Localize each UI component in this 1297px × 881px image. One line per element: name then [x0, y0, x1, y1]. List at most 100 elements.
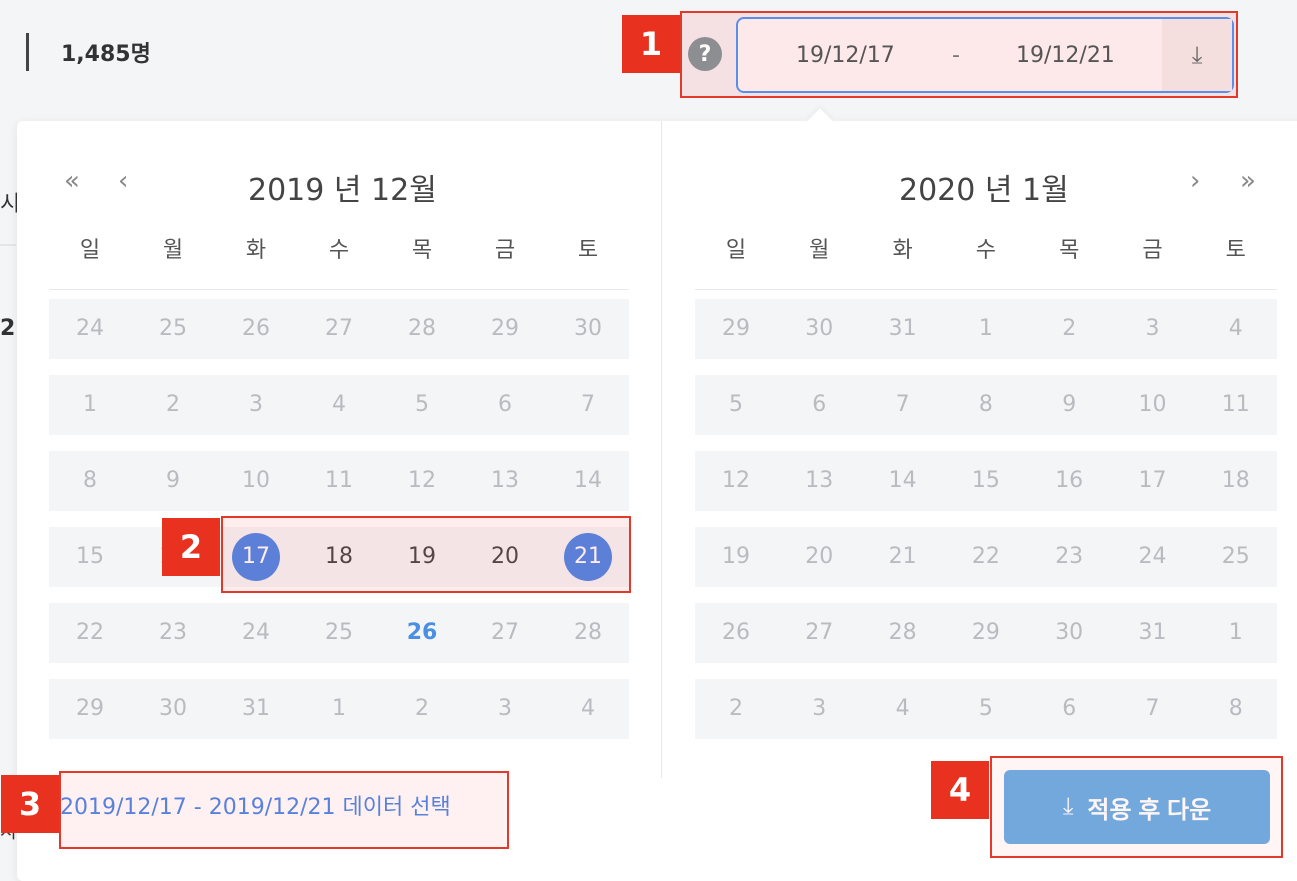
- calendar-day[interactable]: 12: [706, 451, 766, 511]
- calendar-day[interactable]: 30: [143, 679, 203, 739]
- calendar-day[interactable]: 9: [1039, 375, 1099, 435]
- weekday-label: 화: [245, 238, 267, 263]
- calendar-day[interactable]: 8: [1206, 679, 1266, 739]
- calendar-day[interactable]: 13: [475, 451, 535, 511]
- calendar-day[interactable]: 10: [1123, 375, 1183, 435]
- calendar-day[interactable]: 30: [1039, 603, 1099, 663]
- calendar-day[interactable]: 28: [392, 299, 452, 359]
- calendar-day[interactable]: 17: [1123, 451, 1183, 511]
- calendar-day[interactable]: 14: [558, 451, 618, 511]
- calendar-day[interactable]: 31: [226, 679, 286, 739]
- calendar-day[interactable]: 25: [143, 299, 203, 359]
- prev-year-icon[interactable]: «: [64, 166, 80, 196]
- calendar-day[interactable]: 5: [392, 375, 452, 435]
- background-divider: [0, 244, 16, 246]
- calendar-day[interactable]: 22: [956, 527, 1016, 587]
- calendar-day[interactable]: 1: [309, 679, 369, 739]
- calendar-day[interactable]: 23: [1039, 527, 1099, 587]
- calendar-day[interactable]: 2: [392, 679, 452, 739]
- calendar-day[interactable]: 22: [60, 603, 120, 663]
- calendar-day[interactable]: 29: [706, 299, 766, 359]
- calendar-day[interactable]: 10: [226, 451, 286, 511]
- calendar-day[interactable]: 26: [226, 299, 286, 359]
- calendar-day[interactable]: 28: [558, 603, 618, 663]
- calendar-day[interactable]: 1: [956, 299, 1016, 359]
- annotation-badge-1: 1: [622, 15, 680, 73]
- calendar-day-today[interactable]: 26: [392, 603, 452, 663]
- weekday-label: 금: [1142, 238, 1163, 263]
- calendar-day[interactable]: 1: [1206, 603, 1266, 663]
- calendar-day[interactable]: 25: [1206, 527, 1266, 587]
- calendar-day[interactable]: 31: [1123, 603, 1183, 663]
- prev-month-icon[interactable]: ‹: [118, 166, 128, 196]
- calendar-day[interactable]: 21: [873, 527, 933, 587]
- calendar-day[interactable]: 31: [873, 299, 933, 359]
- calendar-day[interactable]: 24: [60, 299, 120, 359]
- calendar-day[interactable]: 4: [558, 679, 618, 739]
- range-end-date[interactable]: 19/12/21: [1016, 43, 1115, 68]
- calendar-day[interactable]: 15: [60, 527, 120, 587]
- weekday-label: 목: [1059, 238, 1080, 263]
- calendar-day[interactable]: 13: [789, 451, 849, 511]
- calendar-day[interactable]: 26: [706, 603, 766, 663]
- calendar-day[interactable]: 2: [706, 679, 766, 739]
- calendar-day[interactable]: 5: [956, 679, 1016, 739]
- calendar-day[interactable]: 2: [143, 375, 203, 435]
- calendar-day[interactable]: 5: [706, 375, 766, 435]
- calendar-day[interactable]: 23: [143, 603, 203, 663]
- calendar-day[interactable]: 3: [226, 375, 286, 435]
- calendar-day[interactable]: 19: [706, 527, 766, 587]
- calendar-day[interactable]: 18: [1206, 451, 1266, 511]
- range-start-date[interactable]: 19/12/17: [796, 43, 895, 68]
- calendar-divider: [661, 121, 662, 778]
- calendar-day[interactable]: 16: [1039, 451, 1099, 511]
- calendar-day[interactable]: 27: [309, 299, 369, 359]
- calendar-day[interactable]: 27: [475, 603, 535, 663]
- calendar-day[interactable]: 11: [309, 451, 369, 511]
- calendar-day[interactable]: 4: [873, 679, 933, 739]
- calendar-day[interactable]: 6: [789, 375, 849, 435]
- calendar-day[interactable]: 7: [558, 375, 618, 435]
- calendar-day[interactable]: 29: [60, 679, 120, 739]
- calendar-day[interactable]: 29: [956, 603, 1016, 663]
- next-year-icon[interactable]: »: [1240, 166, 1256, 196]
- user-count-text: 1,485명: [61, 42, 151, 67]
- calendar-day[interactable]: 9: [143, 451, 203, 511]
- calendar-day[interactable]: 12: [392, 451, 452, 511]
- calendar-day[interactable]: 8: [60, 451, 120, 511]
- calendar-day[interactable]: 15: [956, 451, 1016, 511]
- calendar-day[interactable]: 24: [1123, 527, 1183, 587]
- download-icon[interactable]: ⤓: [1161, 19, 1232, 91]
- calendar-day[interactable]: 2: [1039, 299, 1099, 359]
- weekday-label: 토: [577, 238, 599, 263]
- date-range-input[interactable]: 19/12/17 - 19/12/21 ⤓: [736, 17, 1234, 93]
- calendar-day[interactable]: 30: [789, 299, 849, 359]
- calendar-day[interactable]: 6: [1039, 679, 1099, 739]
- calendar-day[interactable]: 24: [226, 603, 286, 663]
- background-fragment: 2: [0, 316, 16, 341]
- calendar-day[interactable]: 20: [789, 527, 849, 587]
- calendar-day[interactable]: 3: [1123, 299, 1183, 359]
- calendar-day[interactable]: 3: [789, 679, 849, 739]
- question-circle-icon[interactable]: ?: [688, 37, 722, 71]
- calendar-day[interactable]: 1: [60, 375, 120, 435]
- user-count: 1,485명: [26, 30, 151, 74]
- calendar-day[interactable]: 4: [309, 375, 369, 435]
- next-month-icon[interactable]: ›: [1190, 166, 1200, 196]
- calendar-day[interactable]: 6: [475, 375, 535, 435]
- calendar-day[interactable]: 14: [873, 451, 933, 511]
- calendar-day[interactable]: 29: [475, 299, 535, 359]
- weekday-label: 목: [411, 238, 433, 263]
- calendar-day[interactable]: 25: [309, 603, 369, 663]
- calendar-day[interactable]: 7: [873, 375, 933, 435]
- calendar-day[interactable]: 3: [475, 679, 535, 739]
- calendar-day[interactable]: 30: [558, 299, 618, 359]
- calendar-day[interactable]: 28: [873, 603, 933, 663]
- annotation-box-3: [59, 771, 509, 849]
- calendar-day[interactable]: 8: [956, 375, 1016, 435]
- calendar-day[interactable]: 4: [1206, 299, 1266, 359]
- annotation-badge-3: 3: [1, 775, 59, 833]
- calendar-day[interactable]: 7: [1123, 679, 1183, 739]
- calendar-day[interactable]: 11: [1206, 375, 1266, 435]
- calendar-day[interactable]: 27: [789, 603, 849, 663]
